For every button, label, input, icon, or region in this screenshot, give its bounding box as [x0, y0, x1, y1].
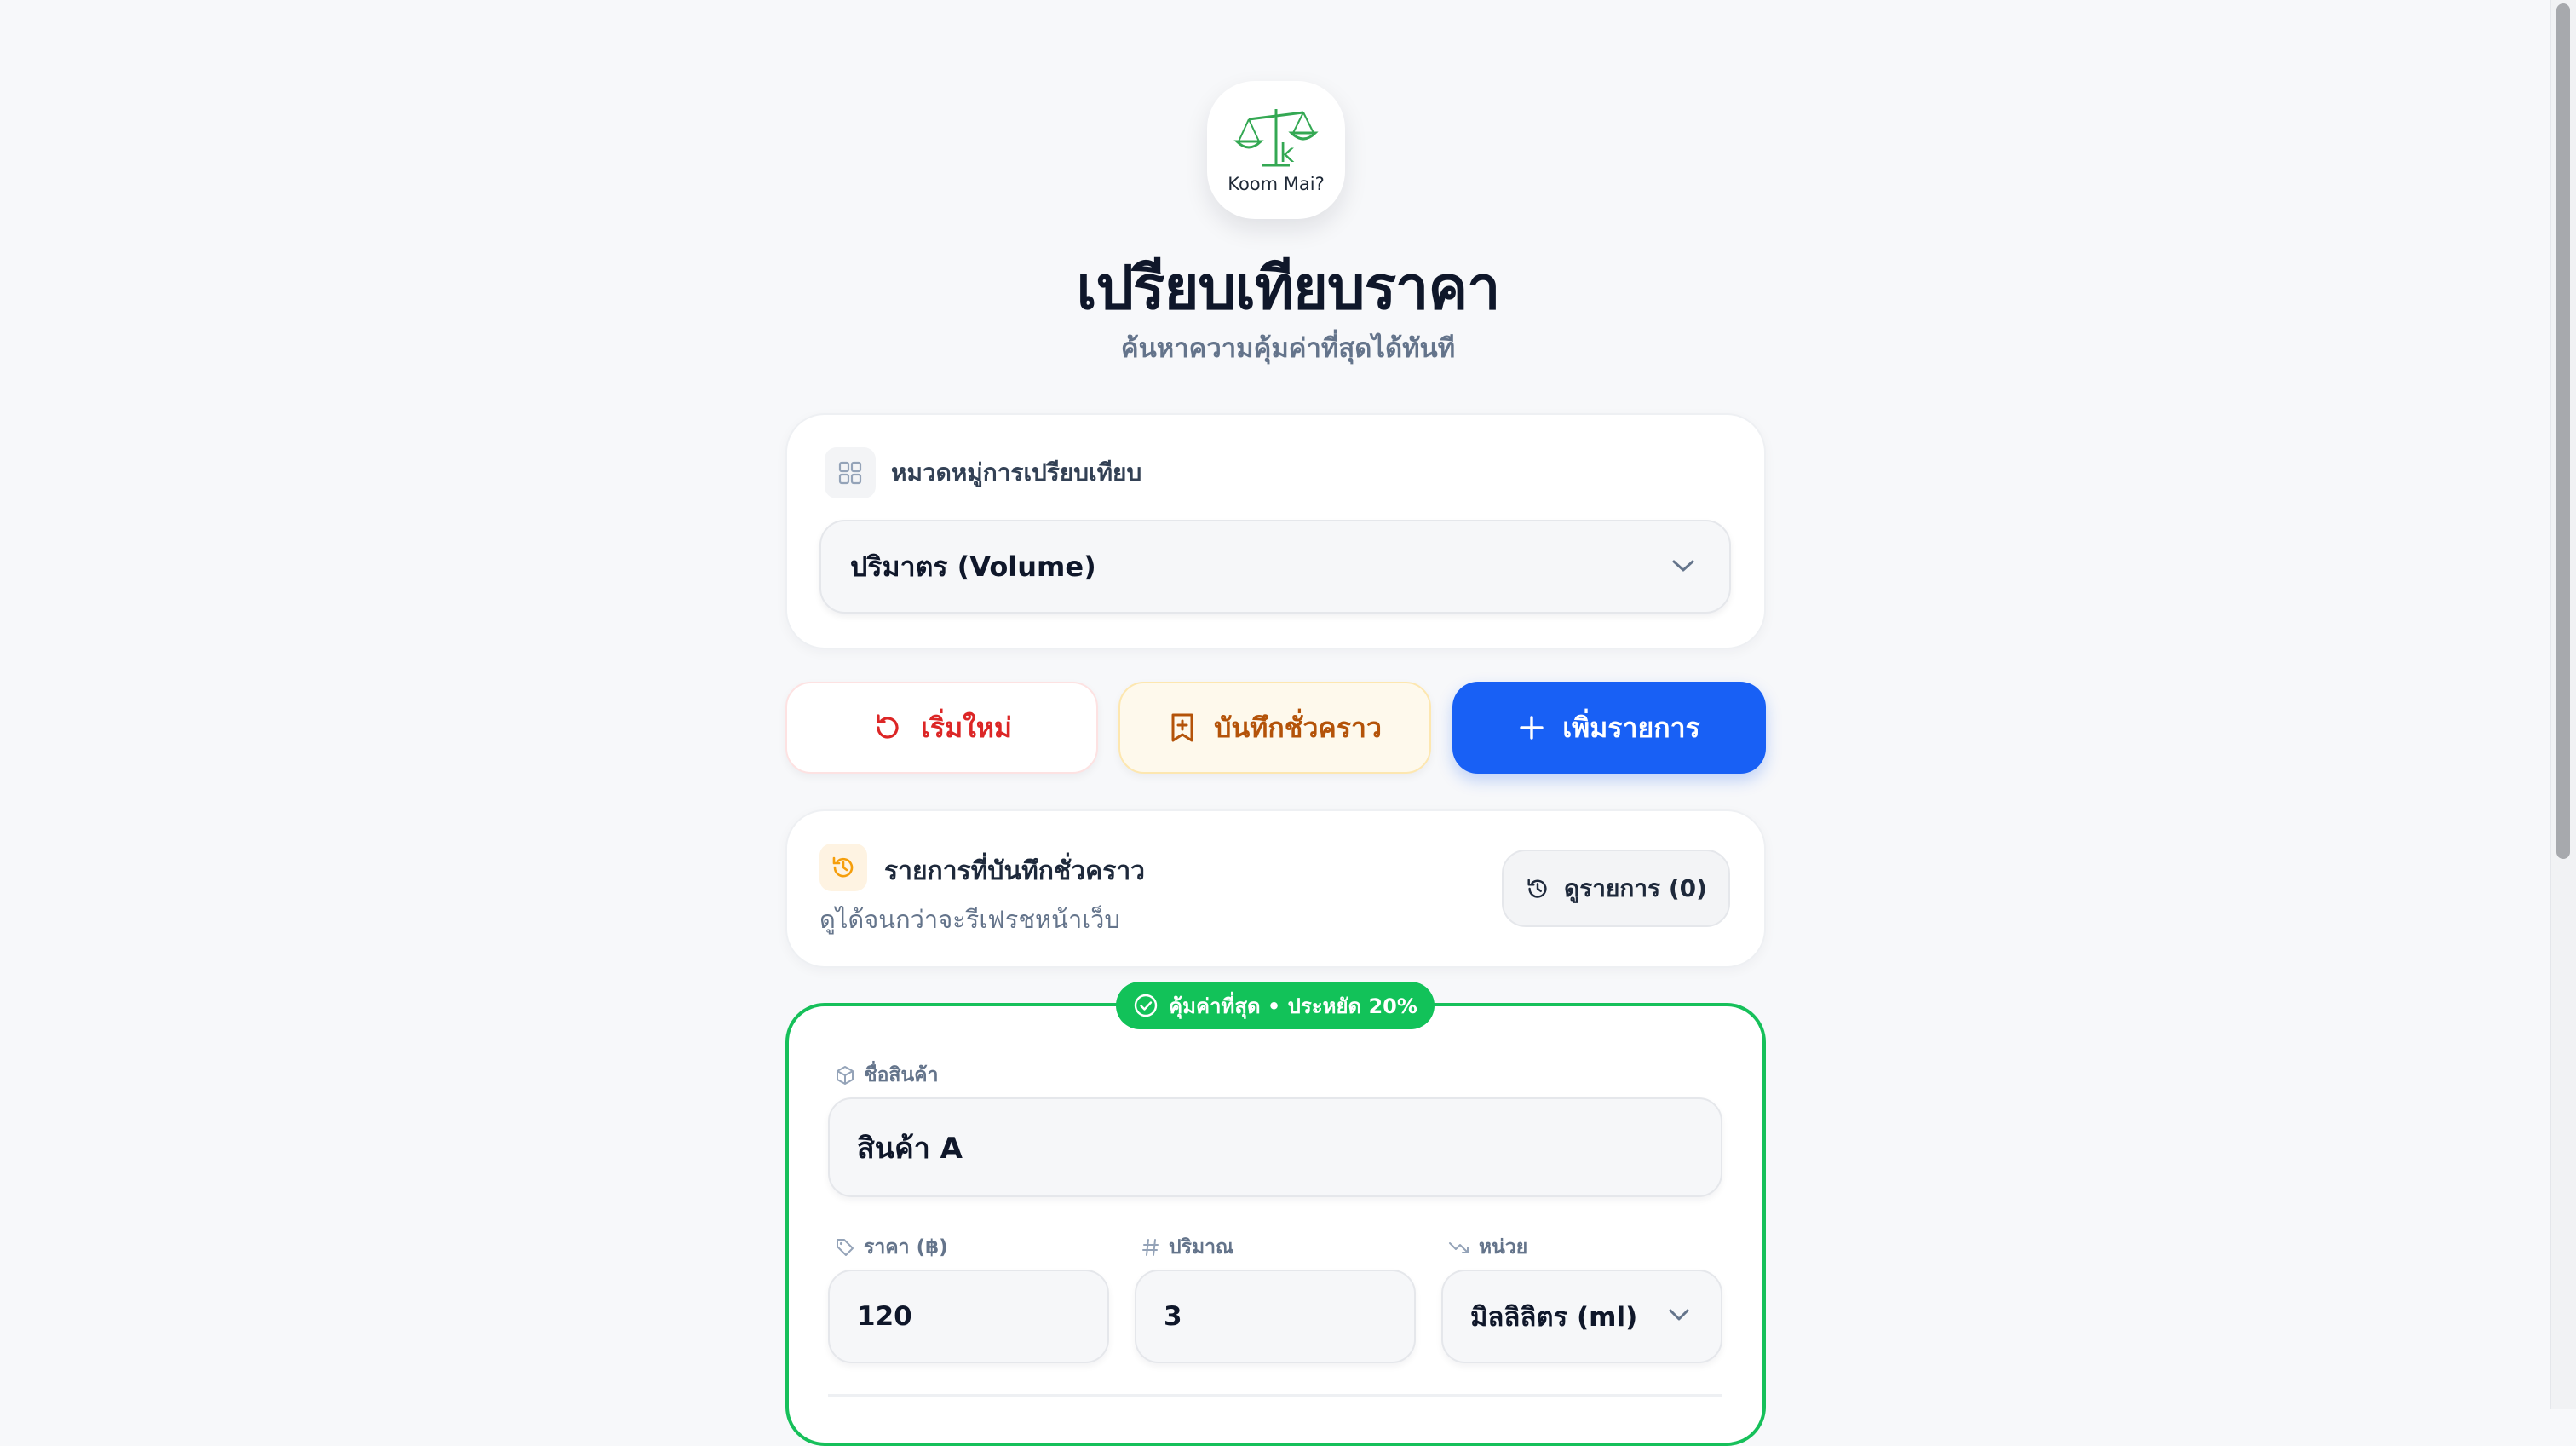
reset-button[interactable]: เริ่มใหม่: [785, 682, 1098, 774]
page-subtitle: ค้นหาความคุ้มค่าที่สุดได้ทันที: [1120, 333, 1456, 364]
chevron-down-icon: [1669, 1309, 1689, 1321]
add-item-button[interactable]: เพิ่มรายการ: [1452, 682, 1766, 774]
reset-button-label: เริ่มใหม่: [920, 711, 1013, 744]
save-temp-button[interactable]: บันทึกชั่วคราว: [1118, 682, 1431, 774]
quantity-input[interactable]: 3: [1135, 1270, 1416, 1363]
price-label: ราคา (฿): [835, 1232, 948, 1263]
grid-icon: [825, 447, 876, 498]
product-name-label: ชื่อสินค้า: [835, 1060, 939, 1091]
category-label: หมวดหมู่การเปรียบเทียบ: [891, 458, 1142, 487]
plus-icon: [1520, 716, 1544, 740]
app-logo: k Koom Mai?: [1207, 81, 1345, 219]
unit-label-text: หน่วย: [1479, 1236, 1528, 1259]
best-value-badge: คุ้มค่าที่สุด • ประหยัด 20%: [1116, 982, 1435, 1029]
unit-select[interactable]: มิลลิลิตร (ml): [1441, 1270, 1722, 1363]
box-icon: [837, 1066, 854, 1085]
history-icon: [1527, 878, 1547, 898]
chevron-down-icon: [1672, 560, 1694, 572]
price-label-text: ราคา (฿): [864, 1236, 948, 1259]
tag-icon: [837, 1239, 854, 1256]
product-name-label-text: ชื่อสินค้า: [864, 1064, 939, 1086]
best-value-badge-label: คุ้มค่าที่สุด • ประหยัด 20%: [1169, 994, 1417, 1018]
view-saved-button-label: ดูรายการ (0): [1564, 873, 1707, 902]
unit-label: หน่วย: [1448, 1232, 1527, 1263]
view-saved-button[interactable]: ดูรายการ (0): [1502, 850, 1730, 927]
category-select-value: ปริมาตร (Volume): [850, 550, 1096, 583]
saved-list-title: รายการที่บันทึกชั่วคราว: [884, 856, 1146, 886]
price-input[interactable]: 120: [828, 1270, 1109, 1363]
bookmark-plus-icon: [1171, 713, 1193, 742]
scale-icon: k: [1233, 109, 1319, 169]
product-name-input[interactable]: สินค้า A: [828, 1097, 1722, 1197]
hash-icon: [1142, 1239, 1159, 1256]
category-select[interactable]: ปริมาตร (Volume): [819, 520, 1731, 614]
quantity-label-text: ปริมาณ: [1169, 1236, 1234, 1259]
scrollbar-thumb[interactable]: [2556, 3, 2570, 859]
divider: [828, 1394, 1722, 1397]
page-title: เปรียบเทียบราคา: [1076, 253, 1501, 323]
history-icon: [819, 844, 867, 891]
saved-list-subtitle: ดูได้จนกว่าจะรีเฟรชหน้าเว็บ: [819, 905, 1120, 934]
refresh-icon: [877, 714, 899, 739]
logo-text: Koom Mai?: [1228, 174, 1325, 194]
add-item-button-label: เพิ่มรายการ: [1562, 711, 1700, 744]
svg-text:k: k: [1279, 139, 1295, 169]
save-temp-button-label: บันทึกชั่วคราว: [1214, 711, 1382, 744]
quantity-label: ปริมาณ: [1141, 1232, 1233, 1263]
trend-icon: [1449, 1242, 1469, 1253]
unit-select-value: มิลลิลิตร (ml): [1470, 1302, 1638, 1333]
check-circle-icon: [1134, 994, 1158, 1017]
